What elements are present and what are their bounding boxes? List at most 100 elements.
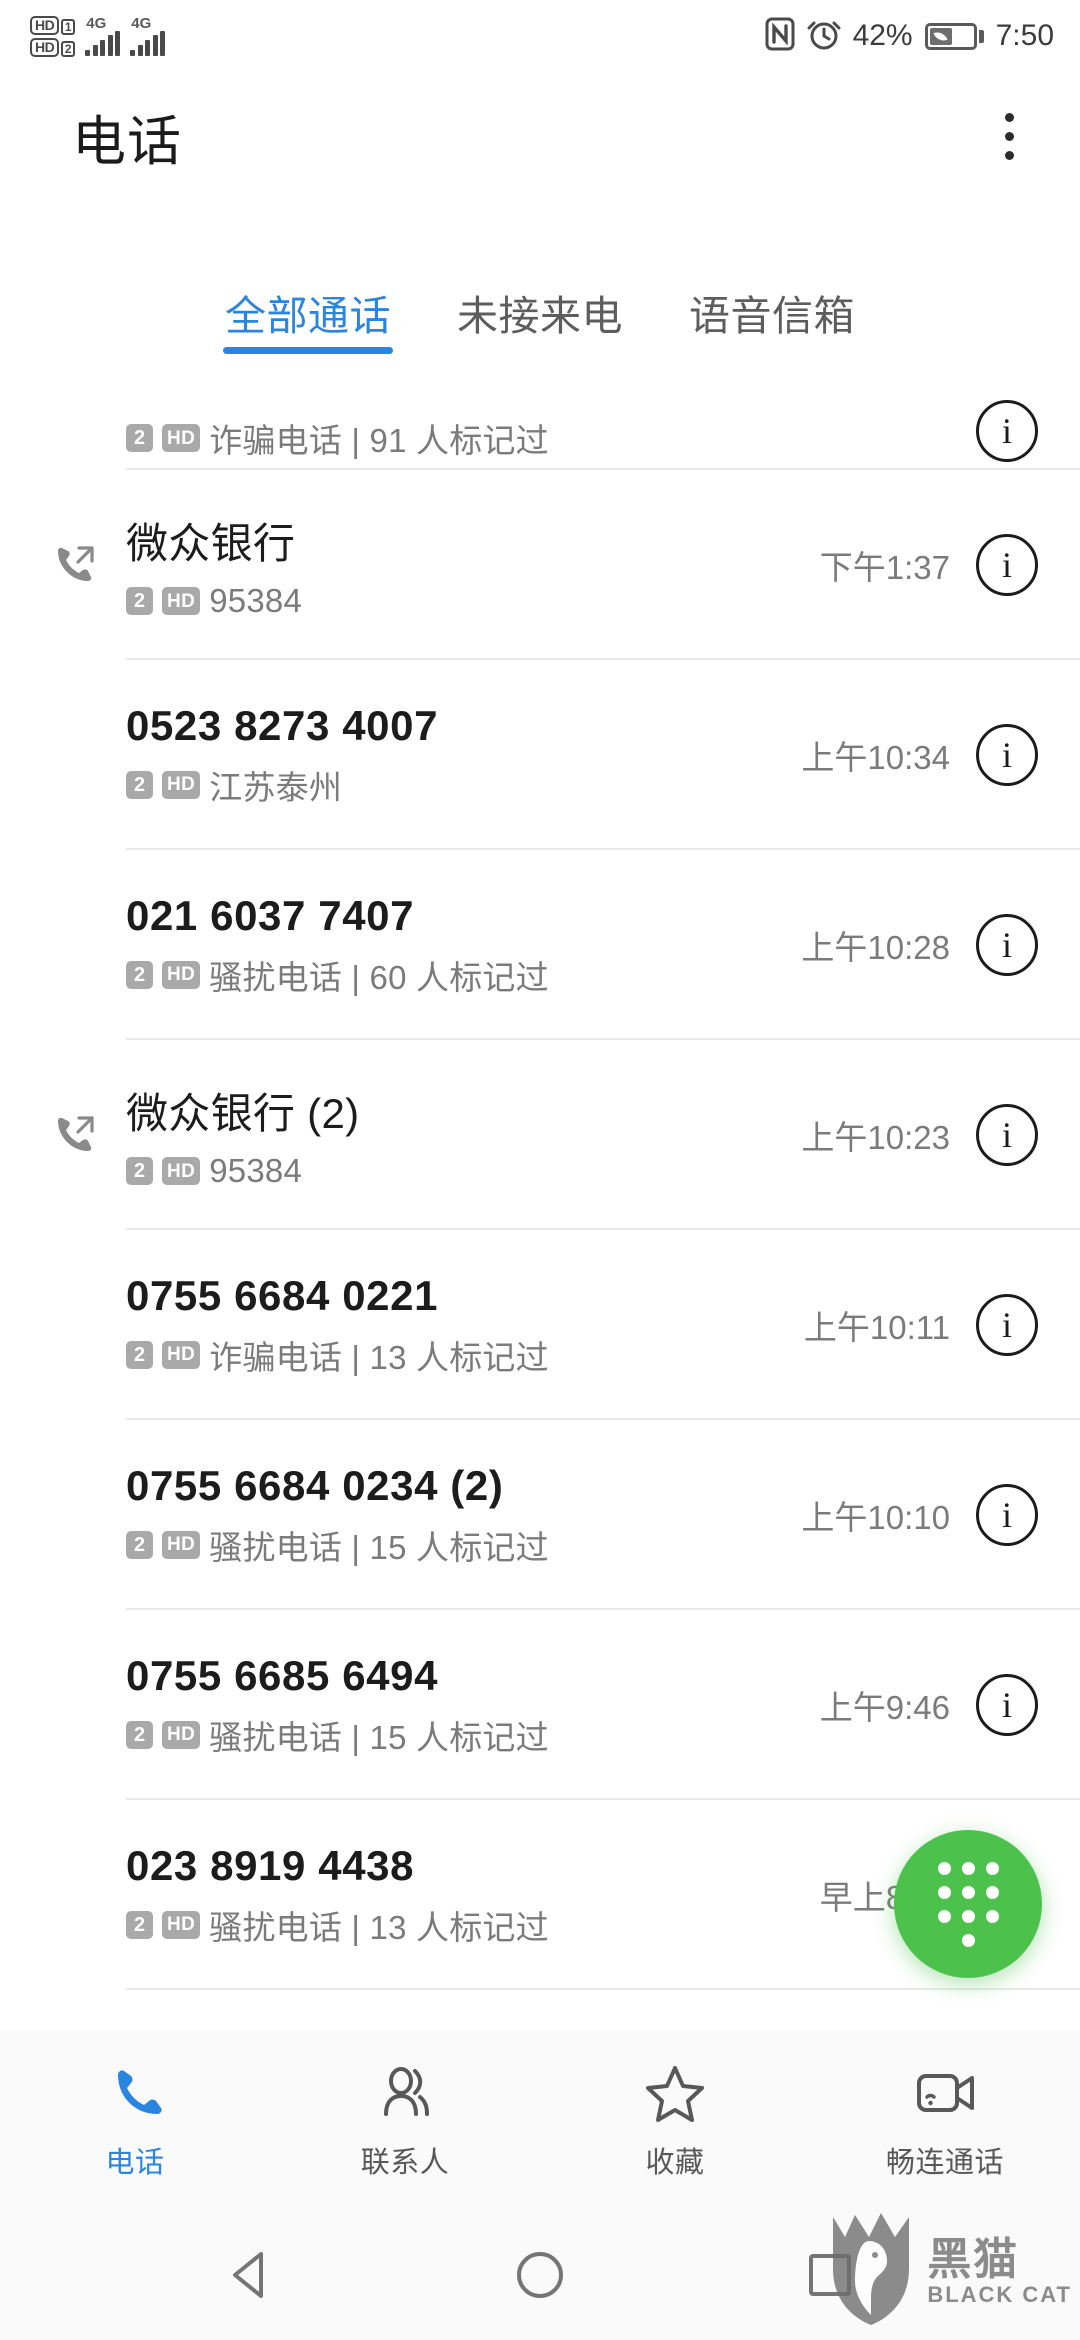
- table-row[interactable]: 0523 8273 4007 2 HD 江苏泰州 上午10:34 i: [0, 660, 1080, 850]
- sim-badge: 2: [126, 770, 153, 799]
- row-time: 上午10:11: [803, 1309, 950, 1346]
- row-time: 上午10:10: [801, 1499, 950, 1536]
- tab-bar: 全部通话 未接来电 语音信箱: [0, 272, 1080, 384]
- table-row[interactable]: 0755 6684 0234 (2) 2 HD 骚扰电话 | 15 人标记过 上…: [0, 1420, 1080, 1610]
- status-bar-right: 42% 7:50: [765, 17, 1054, 56]
- status-clock: 7:50: [995, 19, 1054, 52]
- nav-label-favorites: 收藏: [645, 2147, 705, 2179]
- tab-voicemail-label: 语音信箱: [689, 293, 855, 339]
- tab-missed-calls[interactable]: 未接来电: [453, 272, 627, 342]
- row-subtitle: 江苏泰州: [209, 768, 343, 806]
- row-subtitle-group: 2 HD 95384: [126, 582, 820, 620]
- nav-label-phone: 电话: [105, 2147, 165, 2179]
- sim-badge: 2: [126, 1910, 153, 1939]
- nav-item-favorites[interactable]: 收藏: [540, 2059, 810, 2181]
- signal-group-2: 4G: [130, 15, 166, 56]
- battery-saver-icon: [924, 22, 984, 50]
- contact-name: 0523 8273 4007: [126, 701, 439, 749]
- nfc-icon: [765, 17, 795, 56]
- table-row[interactable]: 微众银行 (2) 2 HD 95384 上午10:23 i: [0, 1040, 1080, 1230]
- battery-percent: 42%: [852, 19, 913, 52]
- nav-item-meetime[interactable]: 畅连通话: [810, 2059, 1080, 2181]
- row-time: 上午10:28: [801, 929, 950, 966]
- call-details-button[interactable]: i: [976, 1294, 1038, 1356]
- sim-badge: 2: [126, 960, 153, 989]
- nav-item-phone[interactable]: 电话: [0, 2059, 270, 2181]
- status-bar: HD 1 HD 2 4G 4G 42% 7:50: [0, 0, 1080, 72]
- watermark-texts: 黑猫 BLACK CAT: [927, 2234, 1072, 2306]
- call-details-button[interactable]: i: [976, 1104, 1038, 1166]
- volte-indicators: HD 1 HD 2: [30, 15, 76, 57]
- hd-badge: HD: [162, 587, 201, 615]
- call-details-button[interactable]: i: [976, 400, 1038, 462]
- call-details-button[interactable]: i: [976, 534, 1038, 596]
- tab-missed-calls-label: 未接来电: [457, 293, 623, 339]
- contact-name: 021 6037 7407: [126, 891, 415, 939]
- row-subtitle-group: 2 HD 诈骗电话 | 91 人标记过: [126, 414, 804, 462]
- tab-voicemail[interactable]: 语音信箱: [685, 272, 859, 342]
- row-subtitle: 骚扰电话 | 15 人标记过: [209, 1528, 549, 1566]
- call-details-button[interactable]: i: [976, 724, 1038, 786]
- black-cat-watermark: 黑猫 BLACK CAT: [825, 2211, 1072, 2332]
- contacts-icon: [375, 2059, 435, 2125]
- row-subtitle: 骚扰电话 | 15 人标记过: [209, 1718, 549, 1756]
- call-details-button[interactable]: i: [976, 914, 1038, 976]
- outgoing-call-icon: [40, 1109, 126, 1161]
- hd-badge: HD: [162, 770, 201, 799]
- sim-badge: 2: [126, 1157, 153, 1185]
- contact-name: 0755 6684 0234 (2): [126, 1461, 504, 1509]
- nav-item-contacts[interactable]: 联系人: [270, 2059, 540, 2181]
- video-call-icon: [910, 2059, 980, 2125]
- hd-badge: HD: [162, 1910, 201, 1939]
- page-title: 电话: [72, 111, 182, 172]
- network-type-2: 4G: [131, 15, 152, 32]
- more-vertical-icon[interactable]: [991, 97, 1028, 176]
- sim-badge: 2: [126, 587, 153, 615]
- table-row[interactable]: 0755 6684 0221 2 HD 诈骗电话 | 13 人标记过 上午10:…: [0, 1230, 1080, 1420]
- hd-icon-sim1: HD: [30, 15, 60, 35]
- row-subtitle-group: 2 HD 骚扰电话 | 15 人标记过: [126, 1521, 801, 1569]
- sim-badge: 2: [126, 1530, 153, 1559]
- bottom-navigation: 电话 联系人 收藏 畅连通话: [0, 2030, 1080, 2210]
- table-row[interactable]: 2 HD 诈骗电话 | 91 人标记过 上午11:59 i: [0, 392, 1080, 470]
- row-subtitle: 95384: [209, 1152, 303, 1189]
- table-row[interactable]: 021 6037 7407 2 HD 骚扰电话 | 60 人标记过 上午10:2…: [0, 850, 1080, 1040]
- row-divider: [126, 1988, 1080, 1990]
- row-subtitle: 诈骗电话 | 13 人标记过: [209, 1338, 549, 1376]
- app-bar: 电话: [0, 72, 1080, 200]
- row-time: 上午9:46: [819, 1689, 950, 1726]
- table-row[interactable]: 0755 6685 6494 2 HD 骚扰电话 | 15 人标记过 上午9:4…: [0, 1610, 1080, 1800]
- alarm-icon: [807, 17, 841, 56]
- star-icon: [644, 2059, 706, 2125]
- sim2-number: 2: [61, 40, 76, 57]
- table-row[interactable]: 微众银行 2 HD 95384 下午1:37 i: [0, 470, 1080, 660]
- black-cat-logo-icon: [825, 2211, 917, 2332]
- back-triangle-icon[interactable]: [205, 2230, 295, 2320]
- watermark-cn: 黑猫: [927, 2234, 1020, 2284]
- row-time: 上午10:23: [801, 1119, 950, 1156]
- call-details-button[interactable]: i: [976, 1484, 1038, 1546]
- sim-badge: 2: [126, 424, 153, 452]
- row-subtitle: 骚扰电话 | 60 人标记过: [209, 958, 549, 996]
- contact-name: 微众银行 (2): [126, 1090, 360, 1137]
- volte-sim1: HD 1: [30, 15, 76, 35]
- contact-name: 微众银行: [126, 520, 296, 567]
- outgoing-call-icon: [40, 539, 126, 591]
- hd-badge: HD: [162, 424, 201, 452]
- tab-active-indicator: [223, 347, 393, 354]
- home-circle-icon[interactable]: [495, 2230, 585, 2320]
- contact-name: 023 8919 4438: [126, 1841, 415, 1889]
- hd-badge: HD: [162, 1157, 201, 1185]
- hd-badge: HD: [162, 1530, 201, 1559]
- call-details-button[interactable]: i: [976, 1674, 1038, 1736]
- dialpad-fab[interactable]: [894, 1830, 1042, 1978]
- tab-all-calls-label: 全部通话: [225, 293, 391, 339]
- row-time: 上午10:34: [801, 739, 950, 776]
- call-log-list[interactable]: 2 HD 诈骗电话 | 91 人标记过 上午11:59 i 微众银: [0, 392, 1080, 2076]
- hd-badge: HD: [162, 1340, 201, 1369]
- row-subtitle-group: 2 HD 诈骗电话 | 13 人标记过: [126, 1331, 804, 1379]
- signal-bars-1: [85, 31, 121, 56]
- tab-all-calls[interactable]: 全部通话: [221, 272, 395, 354]
- dialpad-icon: [937, 1861, 999, 1947]
- contact-name: 0755 6685 6494: [126, 1651, 439, 1699]
